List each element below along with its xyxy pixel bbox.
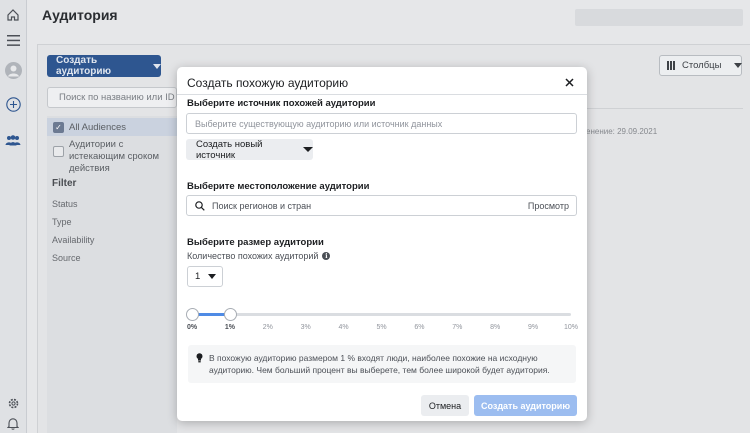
- checkbox-icon[interactable]: [53, 146, 64, 157]
- filter-source[interactable]: Source: [52, 253, 81, 263]
- left-nav-rail: [0, 0, 27, 433]
- filter-expiring-audiences[interactable]: Аудитории с истекающим сроком действия: [47, 139, 172, 175]
- browse-link[interactable]: Просмотр: [528, 201, 569, 211]
- info-icon[interactable]: i: [322, 252, 331, 260]
- slider-tick-label: 2%: [262, 324, 273, 331]
- slider-tick-label: 5%: [376, 324, 387, 331]
- location-section-label: Выберите местоположение аудитории: [187, 181, 370, 192]
- info-note: В похожую аудиторию размером 1 % входят …: [188, 345, 576, 383]
- search-icon: [195, 200, 205, 211]
- filter-type[interactable]: Type: [52, 217, 72, 227]
- search-placeholder: Поиск по названию или ID а: [59, 92, 177, 103]
- slider-tick-label: 1%: [224, 324, 235, 331]
- slider-tick-label: 9%: [528, 324, 539, 331]
- dialog-divider: [177, 94, 587, 95]
- filter-availability[interactable]: Availability: [52, 235, 94, 245]
- slider-tick-label: 0%: [186, 324, 198, 331]
- home-icon[interactable]: [4, 6, 22, 24]
- lookalike-audience-dialog: Создать похожую аудиторию Выберите источ…: [177, 67, 587, 421]
- table-header-divider: [586, 108, 743, 109]
- close-button[interactable]: [561, 74, 577, 90]
- checkbox-checked-icon[interactable]: ✓: [53, 121, 64, 133]
- audience-search-input[interactable]: Поиск по названию или ID а: [47, 87, 177, 108]
- audience-size-slider[interactable]: [186, 308, 571, 321]
- filter-all-audiences-label: All Audiences: [69, 121, 127, 133]
- lookalike-count-value: 1: [195, 271, 201, 282]
- notifications-icon[interactable]: [4, 414, 22, 432]
- lookalike-count-label: Количество похожих аудиторий i: [187, 251, 331, 261]
- close-icon: [564, 77, 574, 87]
- slider-tick-label: 7%: [452, 324, 463, 331]
- info-note-text: В похожую аудиторию размером 1 % входят …: [209, 353, 550, 375]
- avatar[interactable]: [4, 61, 22, 79]
- audience-icon[interactable]: [4, 131, 22, 149]
- slider-tick-label: 4%: [338, 324, 349, 331]
- settings-icon[interactable]: [4, 394, 22, 412]
- slider-end-handle[interactable]: [223, 308, 237, 321]
- columns-icon: [667, 61, 675, 70]
- columns-label: Столбцы: [682, 60, 722, 71]
- cancel-button[interactable]: Отмена: [421, 395, 469, 416]
- slider-start-handle[interactable]: [186, 308, 199, 321]
- columns-button[interactable]: Столбцы: [659, 55, 743, 76]
- create-audience-confirm-button[interactable]: Создать аудиторию: [474, 395, 577, 416]
- slider-tick-label: 10%: [563, 324, 579, 331]
- source-section-label: Выберите источник похожей аудитории: [187, 98, 376, 109]
- source-input[interactable]: Выберите существующую аудиторию или исто…: [186, 113, 577, 134]
- location-placeholder: Поиск регионов и стран: [212, 200, 312, 211]
- chevron-down-icon: [734, 63, 743, 68]
- chevron-down-icon: [153, 63, 161, 69]
- lightbulb-icon: [196, 353, 203, 363]
- slider-tick-label: 6%: [414, 324, 425, 331]
- lookalike-count-text: Количество похожих аудиторий: [187, 251, 319, 261]
- filter-heading: Filter: [52, 178, 77, 189]
- chevron-down-icon: [303, 147, 313, 152]
- chevron-down-icon: [208, 274, 217, 279]
- filter-all-audiences[interactable]: ✓ All Audiences: [47, 118, 177, 136]
- account-selector[interactable]: [575, 9, 743, 26]
- menu-icon[interactable]: [4, 31, 22, 49]
- source-placeholder: Выберите существующую аудиторию или исто…: [195, 118, 443, 129]
- filter-status[interactable]: Status: [52, 199, 78, 209]
- create-new-source-label: Создать новый источник: [196, 138, 263, 161]
- slider-tick-label: 8%: [490, 324, 501, 331]
- size-section-label: Выберите размер аудитории: [187, 237, 324, 248]
- add-icon[interactable]: [4, 95, 22, 113]
- location-search-input[interactable]: Поиск регионов и стран Просмотр: [186, 195, 577, 216]
- create-audience-button[interactable]: Создать аудиторию: [47, 55, 161, 77]
- create-new-source-button[interactable]: Создать новый источник: [186, 138, 313, 161]
- create-audience-label: Создать аудиторию: [56, 55, 112, 77]
- updated-date-text: енение: 29.09.2021: [586, 127, 658, 136]
- slider-tick-label: 3%: [300, 324, 311, 331]
- lookalike-count-select[interactable]: 1: [187, 266, 223, 287]
- dialog-title: Создать похожую аудиторию: [187, 76, 349, 90]
- filter-expiring-audiences-label: Аудитории с истекающим сроком действия: [69, 139, 160, 174]
- page-title: Аудитория: [42, 7, 118, 23]
